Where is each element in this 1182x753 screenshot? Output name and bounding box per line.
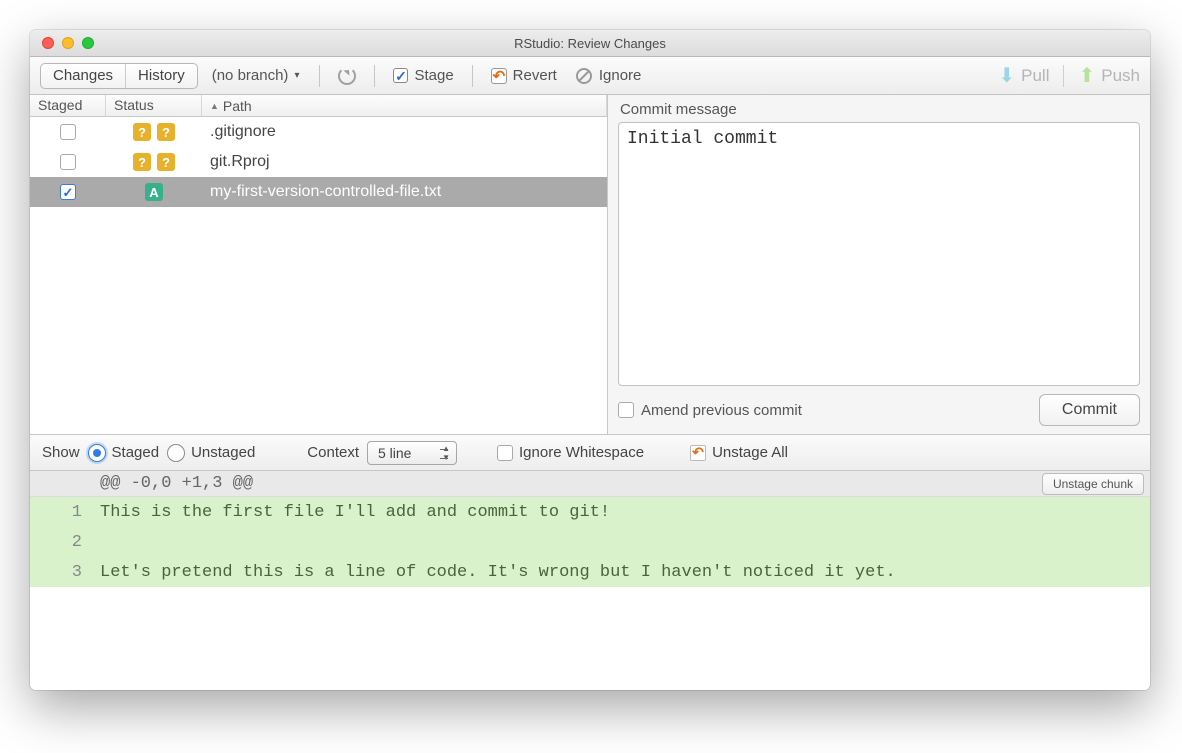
line-content: Let's pretend this is a line of code. It… [96,563,896,582]
col-status[interactable]: Status [106,95,202,116]
titlebar: RStudio: Review Changes [30,30,1150,57]
review-changes-window: RStudio: Review Changes Changes History … [30,30,1150,690]
ignore-icon [575,67,593,85]
file-row[interactable]: ?? git.Rproj [30,147,607,177]
hunk-text: @@ -0,0 +1,3 @@ [96,474,1042,493]
divider [319,65,320,87]
amend-checkbox[interactable]: Amend previous commit [618,402,802,419]
col-path[interactable]: ▲ Path [202,95,607,116]
branch-dropdown[interactable]: (no branch) ▾ [204,63,308,89]
ignore-button[interactable]: Ignore [569,63,648,89]
stepper-icon: ▲▼ [442,444,450,462]
remote-actions: ⬇ Pull ⬆ Push [998,63,1140,88]
staged-checkbox[interactable] [60,124,76,140]
line-content: This is the first file I'll add and comm… [96,503,610,522]
line-number: 1 [30,503,96,522]
file-path: my-first-version-controlled-file.txt [202,183,607,201]
close-icon[interactable] [42,37,54,49]
checkbox-icon [618,402,634,418]
midsection: Staged Status ▲ Path ?? .gitignore?? git.R… [30,95,1150,435]
status-badge: ? [133,153,151,171]
diff-line[interactable]: 1This is the first file I'll add and com… [30,497,1150,527]
stage-button[interactable]: Stage [387,63,459,89]
diff-line[interactable]: 3Let's pretend this is a line of code. I… [30,557,1150,587]
file-list-header: Staged Status ▲ Path [30,95,607,117]
tab-changes[interactable]: Changes [41,64,126,88]
unstage-chunk-button[interactable]: Unstage chunk [1042,473,1144,495]
revert-icon [690,445,706,461]
unstaged-label: Unstaged [191,444,255,461]
radio-icon [167,444,185,462]
commit-button[interactable]: Commit [1039,394,1140,426]
revert-button[interactable]: Revert [485,63,563,89]
unstage-all-label: Unstage All [712,444,788,461]
status-badge: ? [133,123,151,141]
diff-view: @@ -0,0 +1,3 @@ Unstage chunk 1This is t… [30,471,1150,690]
down-arrow-icon: ⬇ [998,63,1015,88]
diff-line[interactable]: 2 [30,527,1150,557]
zoom-icon[interactable] [82,37,94,49]
pull-label: Pull [1021,66,1049,86]
refresh-icon [338,67,356,85]
window-title: RStudio: Review Changes [30,36,1150,51]
context-value: 5 line [378,445,411,461]
check-icon [393,68,408,83]
chevron-down-icon: ▾ [294,70,299,81]
tab-history[interactable]: History [126,64,197,88]
refresh-button[interactable] [332,63,362,89]
show-unstaged-radio[interactable]: Unstaged [167,444,255,462]
commit-message-input[interactable] [618,122,1140,386]
window-controls [30,37,94,49]
divider [1063,65,1064,87]
ignore-label: Ignore [599,67,642,84]
unstage-all-button[interactable]: Unstage All [690,444,788,461]
ignore-whitespace-checkbox[interactable]: Ignore Whitespace [497,444,644,461]
file-row[interactable]: Amy-first-version-controlled-file.txt [30,177,607,207]
pull-button[interactable]: ⬇ Pull [998,63,1049,88]
col-staged[interactable]: Staged [30,95,106,116]
file-list-rows: ?? .gitignore?? git.Rproj Amy-first-version… [30,117,607,434]
staged-checkbox[interactable] [60,154,76,170]
file-path: git.Rproj [202,153,607,171]
file-row[interactable]: ?? .gitignore [30,117,607,147]
push-label: Push [1101,66,1140,86]
staged-label: Staged [112,444,160,461]
commit-message-label: Commit message [618,99,1140,122]
commit-pane: Commit message Amend previous commit Com… [608,95,1150,434]
radio-icon [88,444,106,462]
divider [374,65,375,87]
col-path-label: Path [223,98,252,114]
branch-label: (no branch) [212,67,289,84]
sort-asc-icon: ▲ [210,101,219,111]
stage-label: Stage [414,67,453,84]
push-button[interactable]: ⬆ Push [1078,63,1140,88]
context-select[interactable]: 5 line ▲▼ [367,441,457,465]
revert-icon [491,68,507,84]
up-arrow-icon: ⬆ [1078,63,1095,88]
line-number: 2 [30,533,96,552]
status-badge: ? [157,123,175,141]
status-badge: ? [157,153,175,171]
diff-toolbar: Show Staged Unstaged Context 5 line ▲▼ I… [30,435,1150,471]
toolbar: Changes History (no branch) ▾ Stage Reve… [30,57,1150,95]
staged-checkbox[interactable] [60,184,76,200]
checkbox-icon [497,445,513,461]
minimize-icon[interactable] [62,37,74,49]
show-staged-radio[interactable]: Staged [88,444,160,462]
file-list: Staged Status ▲ Path ?? .gitignore?? git.R… [30,95,608,434]
revert-label: Revert [513,67,557,84]
diff-hunk-header: @@ -0,0 +1,3 @@ Unstage chunk [30,471,1150,497]
context-label: Context [307,444,359,461]
divider [472,65,473,87]
commit-action-row: Amend previous commit Commit [618,386,1140,426]
view-switcher: Changes History [40,63,198,89]
file-path: .gitignore [202,123,607,141]
line-number: 3 [30,563,96,582]
ignore-ws-label: Ignore Whitespace [519,444,644,461]
show-label: Show [42,444,80,461]
amend-label: Amend previous commit [641,402,802,419]
status-badge: A [145,183,163,201]
